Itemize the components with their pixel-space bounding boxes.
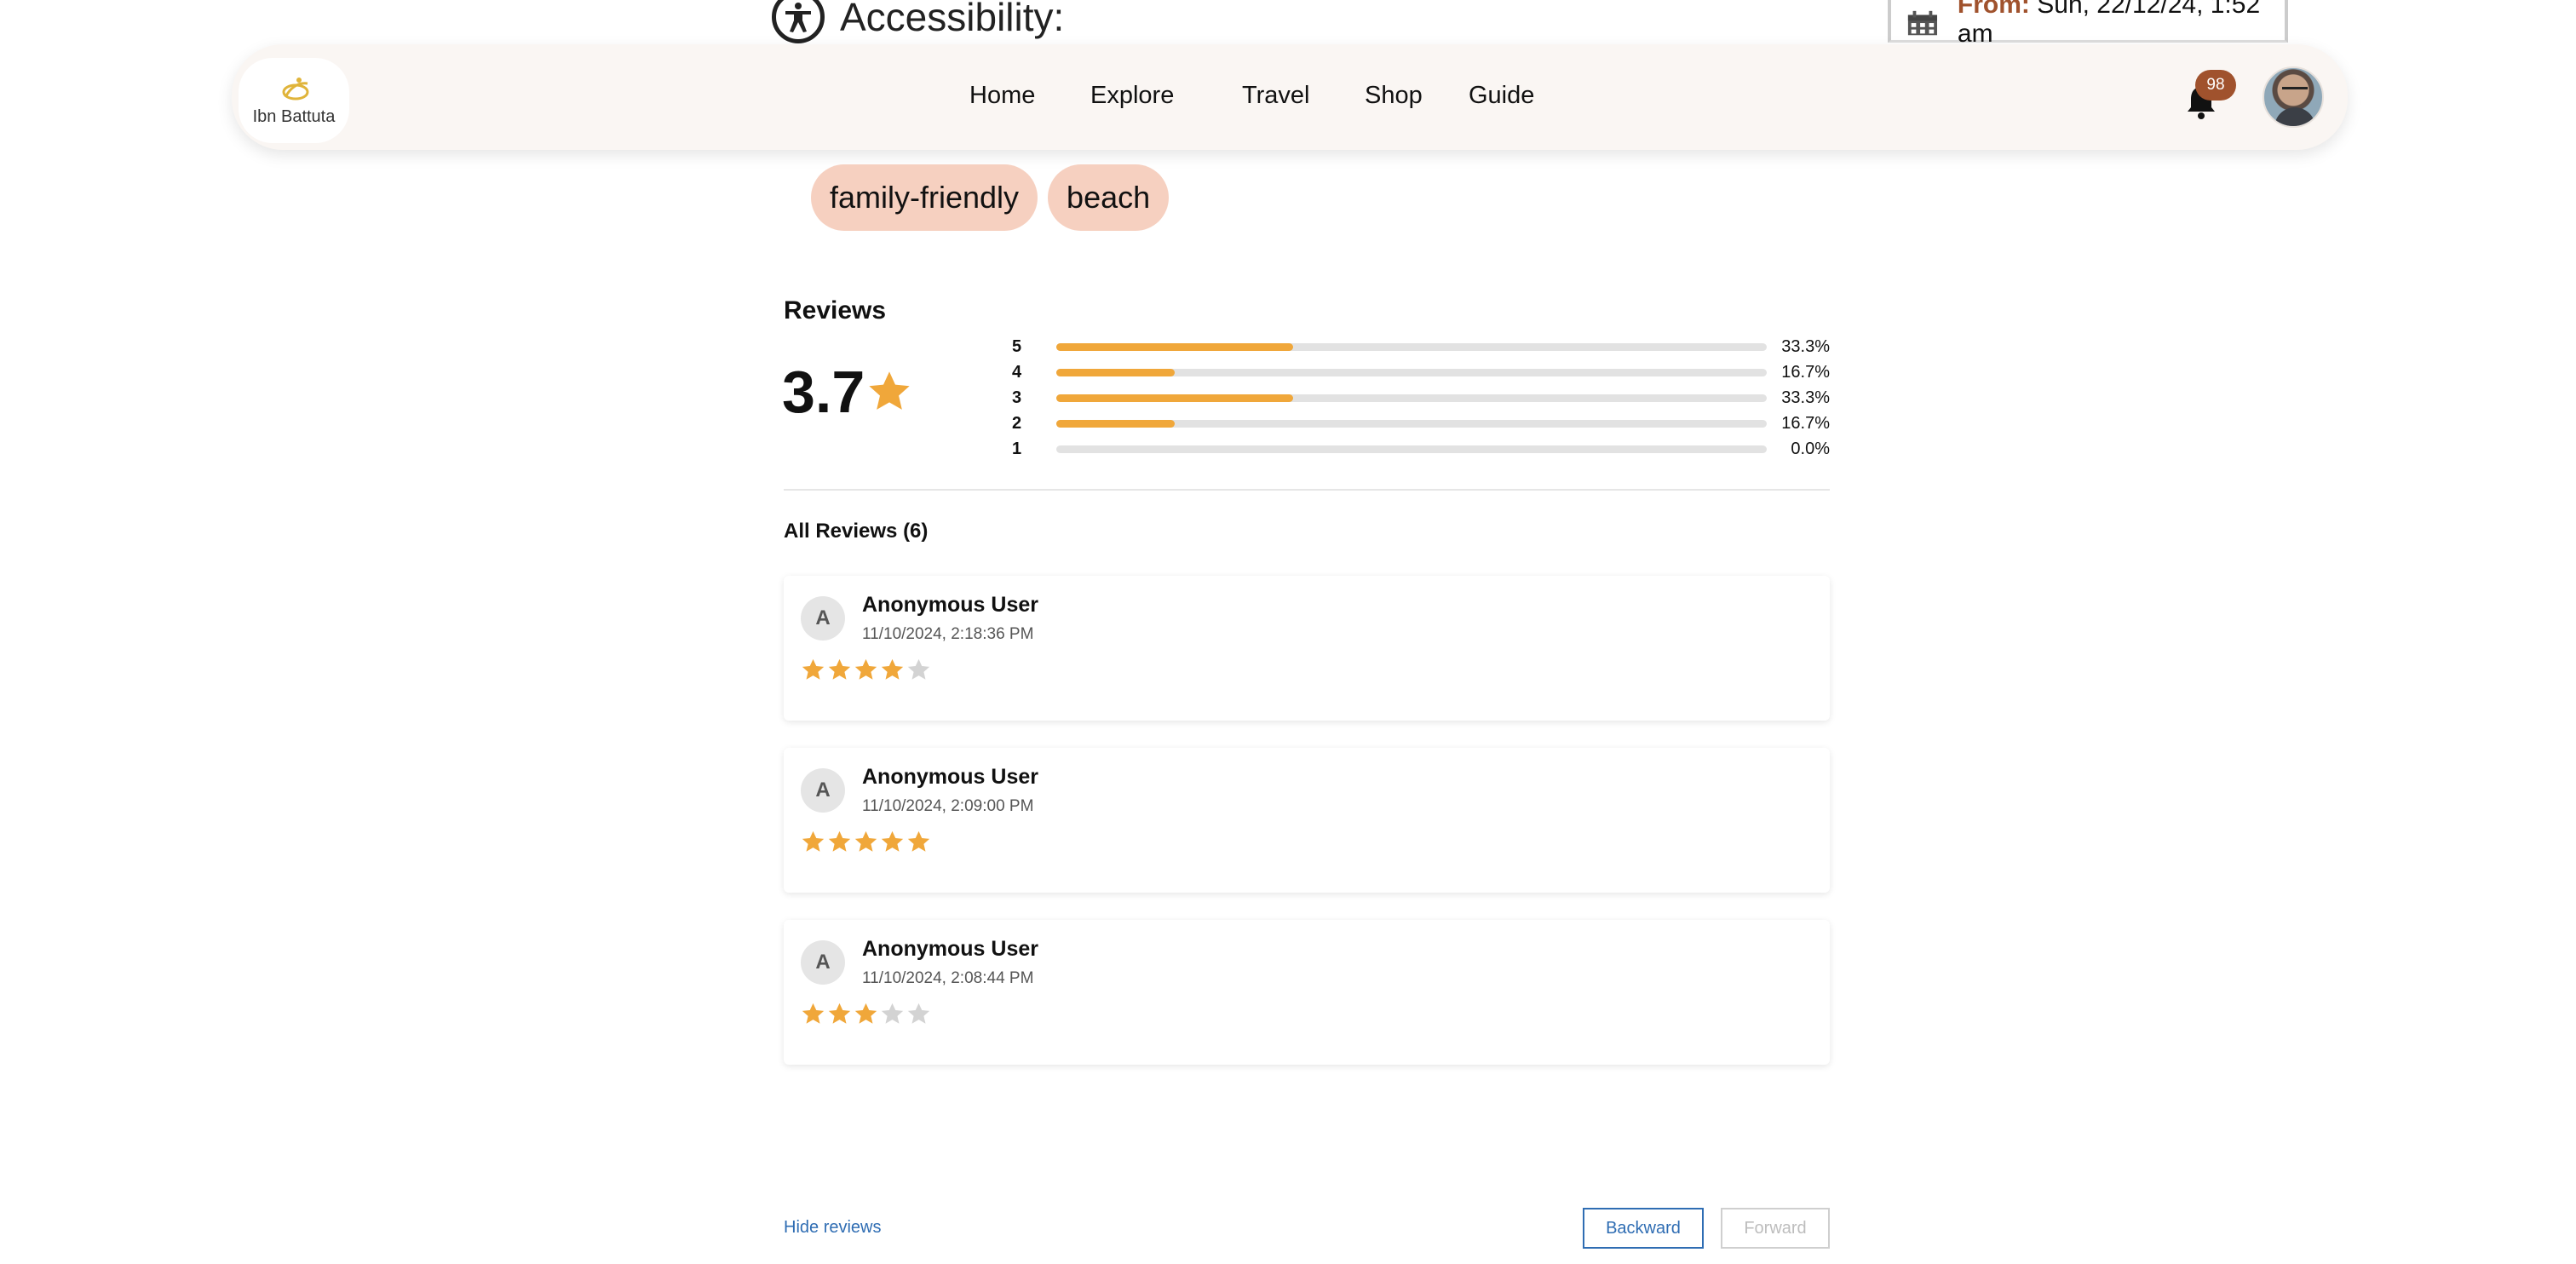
star-icon <box>828 658 851 680</box>
user-avatar[interactable] <box>2263 66 2324 128</box>
review-rating <box>801 830 931 854</box>
distribution-percent: 33.3% <box>1781 336 1830 356</box>
reviewer-name: Anonymous User <box>862 765 1038 789</box>
distribution-star-label: 5 <box>1012 336 1022 356</box>
distribution-percent: 0.0% <box>1791 439 1830 458</box>
review-rating <box>801 658 931 682</box>
distribution-row: 3 33.3% <box>1012 385 1830 411</box>
backward-button[interactable]: Backward <box>1583 1208 1704 1249</box>
all-reviews-title: All Reviews (6) <box>784 520 929 543</box>
distribution-row: 5 33.3% <box>1012 334 1830 359</box>
distribution-percent: 33.3% <box>1781 388 1830 407</box>
review-card: A Anonymous User 11/10/2024, 2:18:36 PM <box>784 576 1830 721</box>
review-card: A Anonymous User 11/10/2024, 2:08:44 PM <box>784 920 1830 1065</box>
accessibility-label: Accessibility: <box>840 0 1065 39</box>
star-icon <box>802 1003 825 1024</box>
review-date: 11/10/2024, 2:18:36 PM <box>862 625 1034 643</box>
review-card: A Anonymous User 11/10/2024, 2:09:00 PM <box>784 748 1830 893</box>
star-icon <box>854 830 877 852</box>
accessibility-heading: Accessibility: <box>772 0 1064 44</box>
date-from: From: Sun, 22/12/24, 1:52 am <box>1958 0 2285 49</box>
distribution-bar-track <box>1056 419 1767 428</box>
avatar-glasses <box>2282 87 2308 94</box>
average-rating-value: 3.7 <box>782 359 865 425</box>
avatar-body <box>2274 107 2315 126</box>
star-icon <box>828 1003 851 1024</box>
star-icon <box>802 830 825 852</box>
star-icon <box>802 658 825 680</box>
distribution-percent: 16.7% <box>1781 413 1830 433</box>
star-icon <box>907 1003 930 1024</box>
date-popover: From: Sun, 22/12/24, 1:52 am <box>1888 0 2288 48</box>
review-date: 11/10/2024, 2:09:00 PM <box>862 797 1034 815</box>
navbar: Ibn Battuta Home Explore Travel Shop Gui… <box>232 44 2348 150</box>
forward-button[interactable]: Forward <box>1721 1208 1830 1249</box>
distribution-bar-fill <box>1056 342 1293 351</box>
reviewer-name: Anonymous User <box>862 593 1038 617</box>
distribution-star-label: 2 <box>1012 413 1022 433</box>
accessibility-icon[interactable] <box>772 0 825 43</box>
review-rating <box>801 1002 931 1026</box>
distribution-bar-track <box>1056 394 1767 402</box>
date-from-label: From: <box>1957 0 2030 19</box>
nav-home[interactable]: Home <box>969 82 1035 110</box>
nav-explore[interactable]: Explore <box>1090 82 1174 110</box>
nav-links: Home Explore Travel Shop Guide <box>232 44 2348 150</box>
distribution-row: 4 16.7% <box>1012 359 1830 385</box>
tag-beach[interactable]: beach <box>1048 164 1170 231</box>
hide-reviews-link[interactable]: Hide reviews <box>784 1218 881 1238</box>
star-icon <box>854 1003 877 1024</box>
distribution-row: 1 0.0% <box>1012 436 1830 462</box>
distribution-bar-fill <box>1056 419 1176 428</box>
nav-guide[interactable]: Guide <box>1469 82 1534 110</box>
divider <box>784 489 1830 491</box>
tag-family-friendly[interactable]: family-friendly <box>811 164 1038 231</box>
review-date: 11/10/2024, 2:08:44 PM <box>862 969 1034 987</box>
distribution-bar-fill <box>1056 368 1176 376</box>
nav-travel[interactable]: Travel <box>1242 82 1310 110</box>
star-icon <box>907 658 930 680</box>
distribution-percent: 16.7% <box>1781 362 1830 382</box>
reviewer-avatar: A <box>801 768 845 813</box>
rating-distribution: 5 33.3% 4 16.7% 3 33.3% 2 16.7% 1 0.0% <box>1012 334 1830 462</box>
reviewer-avatar: A <box>801 596 845 641</box>
distribution-bar-fill <box>1056 394 1293 402</box>
star-icon <box>881 830 904 852</box>
reviewer-avatar: A <box>801 940 845 985</box>
star-icon <box>881 658 904 680</box>
distribution-bar-track <box>1056 342 1767 351</box>
distribution-star-label: 3 <box>1012 388 1022 407</box>
distribution-row: 2 16.7% <box>1012 411 1830 436</box>
average-rating: 3.7 <box>782 358 912 426</box>
distribution-star-label: 1 <box>1012 439 1022 458</box>
tag-list: family-friendly beach <box>811 164 1170 231</box>
nav-shop[interactable]: Shop <box>1365 82 1423 110</box>
distribution-star-label: 4 <box>1012 362 1022 382</box>
distribution-bar-track <box>1056 368 1767 376</box>
star-icon <box>881 1003 904 1024</box>
reviewer-name: Anonymous User <box>862 937 1038 961</box>
star-icon <box>869 371 910 410</box>
star-icon <box>907 830 930 852</box>
reviews-title: Reviews <box>784 296 887 325</box>
star-icon <box>828 830 851 852</box>
star-icon <box>854 658 877 680</box>
notification-badge: 98 <box>2195 70 2236 101</box>
distribution-bar-track <box>1056 445 1767 453</box>
calendar-icon <box>1907 10 1938 35</box>
